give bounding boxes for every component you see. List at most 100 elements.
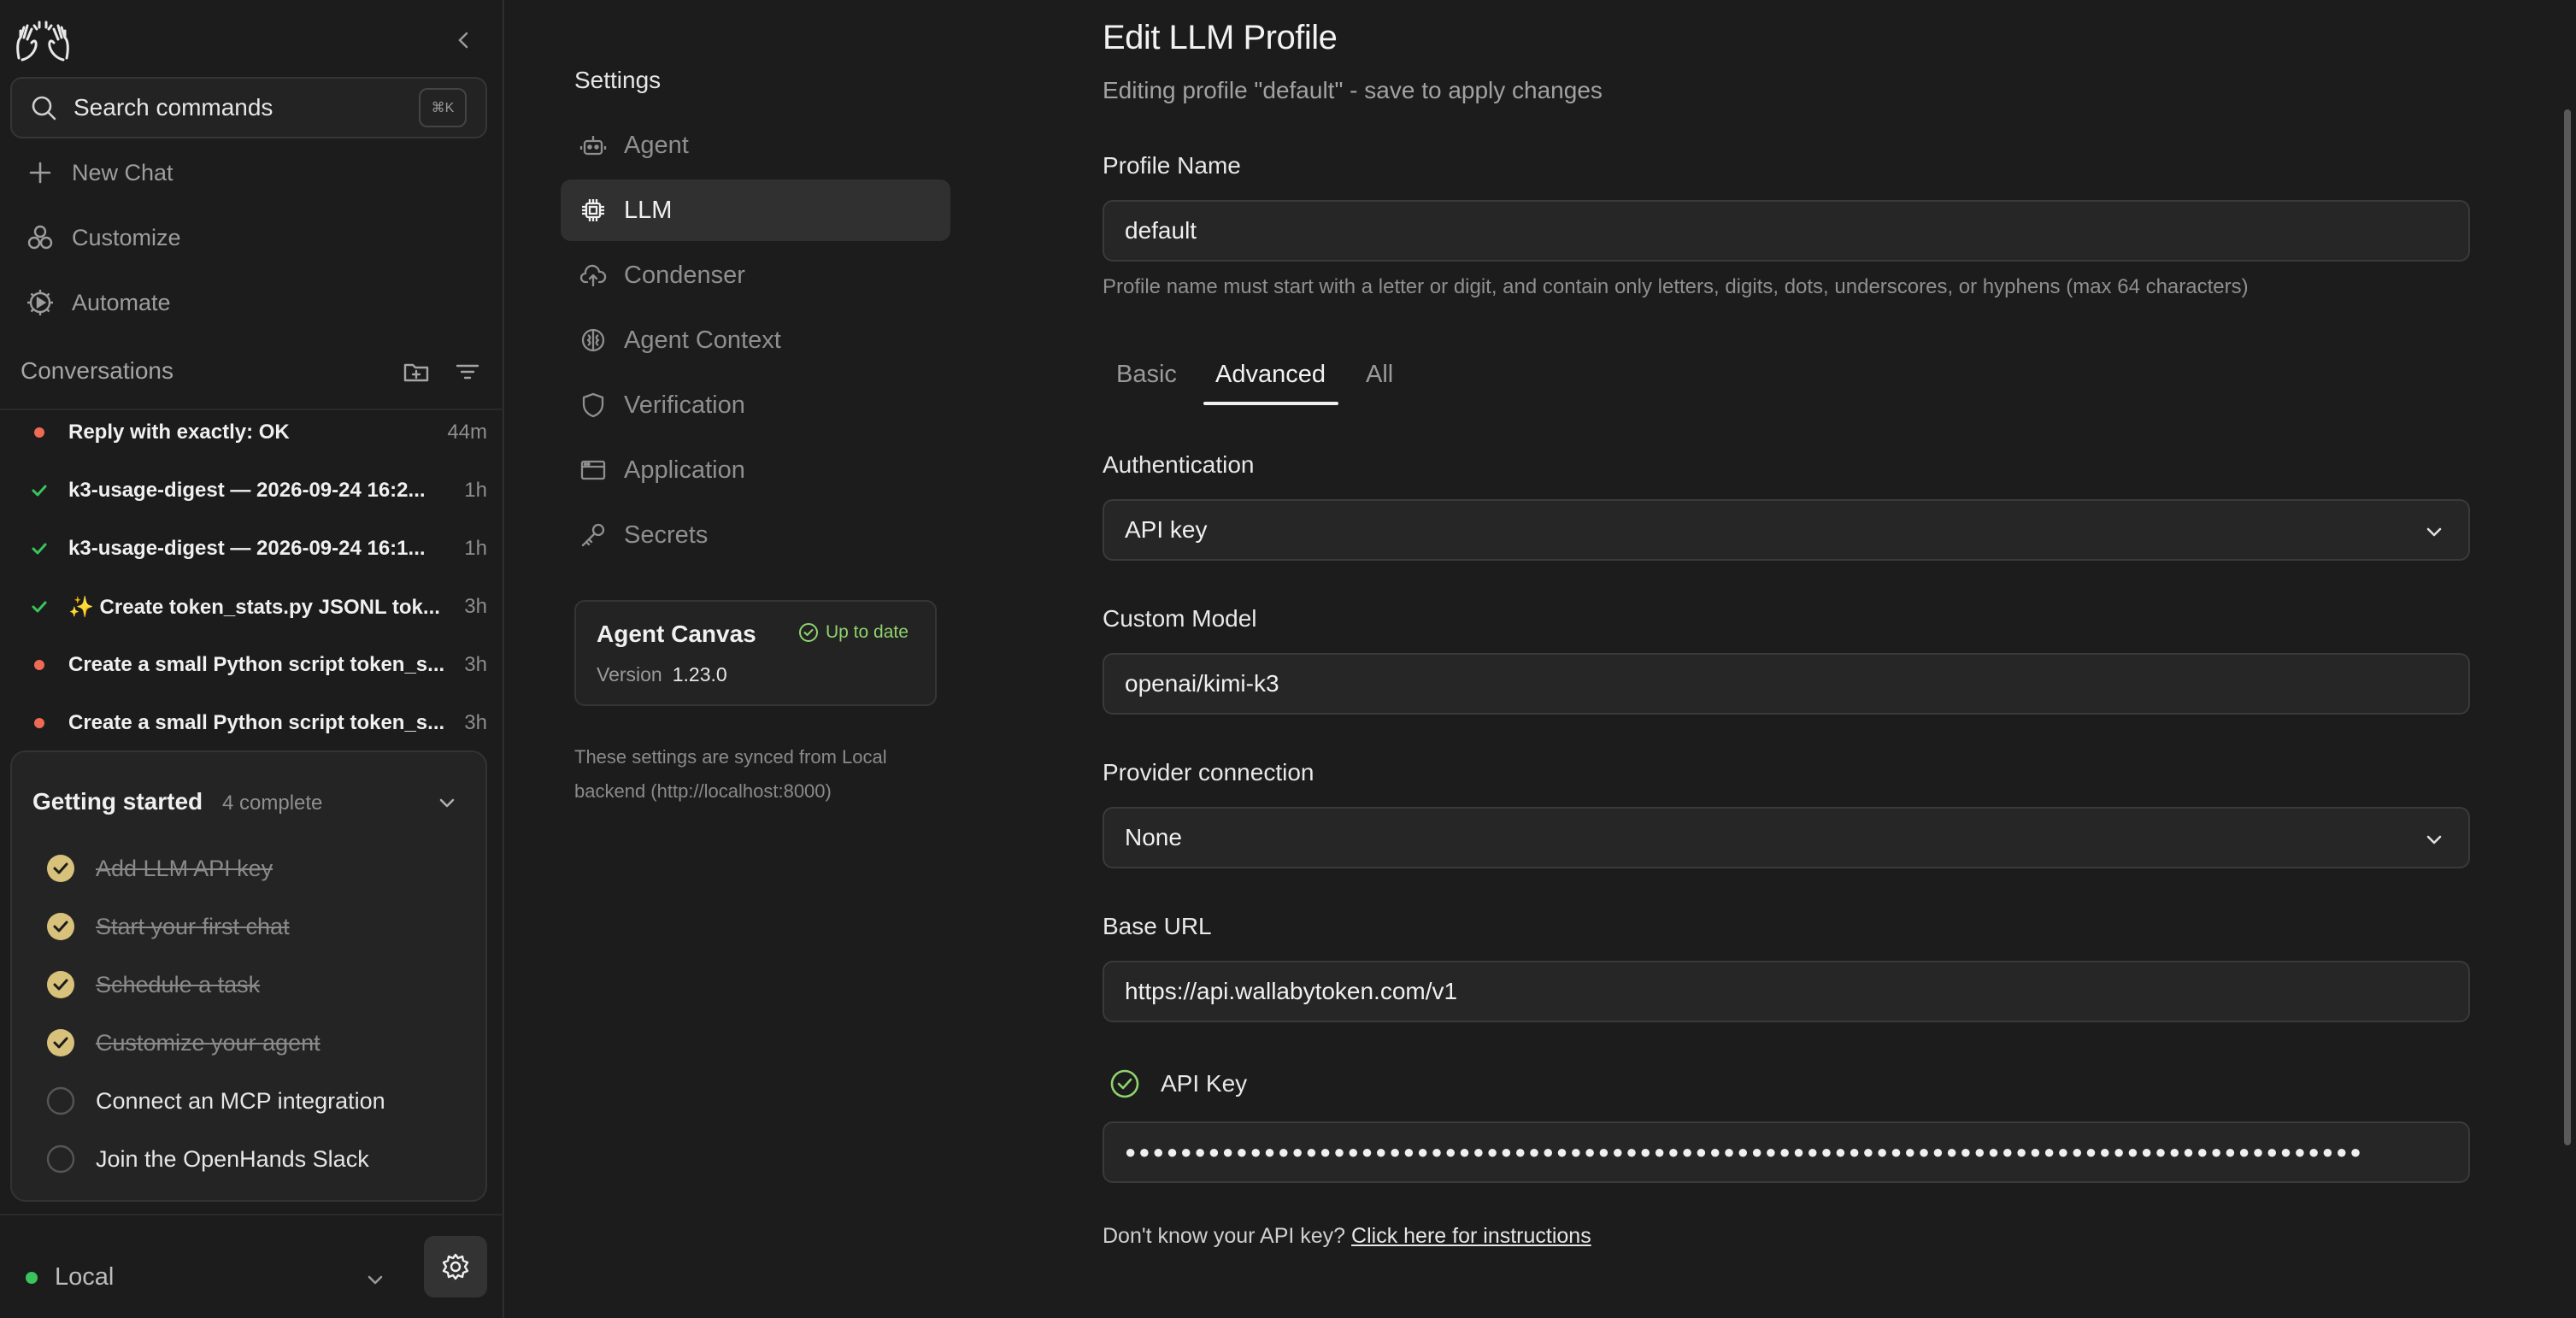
- task-label: Customize your agent: [96, 1029, 321, 1056]
- sidebar: Search commands ⌘K New Chat Customize Au…: [0, 0, 504, 1318]
- task-join-slack[interactable]: Join the OpenHands Slack: [46, 1140, 369, 1178]
- profile-name-hint: Profile name must start with a letter or…: [1103, 275, 2249, 298]
- empty-circle-icon: [46, 1144, 75, 1174]
- chevron-down-icon[interactable]: [434, 790, 460, 815]
- agent-canvas-card: Agent Canvas Up to date Version 1.23.0: [574, 600, 937, 706]
- conversation-item[interactable]: Reply with exactly: OK 44m: [31, 414, 487, 451]
- task-label: Join the OpenHands Slack: [96, 1145, 369, 1172]
- provider-connection-label: Provider connection: [1103, 759, 1314, 786]
- active-tab-indicator: [1203, 402, 1338, 405]
- gear-icon: [442, 1253, 469, 1280]
- task-start-first-chat[interactable]: Start your first chat: [46, 908, 290, 945]
- cloud-icon: [579, 264, 607, 287]
- chevron-down-icon: [2426, 835, 2442, 844]
- check-circle-icon: [47, 971, 74, 998]
- tab-all[interactable]: All: [1366, 361, 1393, 389]
- automate-button[interactable]: Automate: [26, 284, 171, 321]
- new-chat-label: New Chat: [72, 159, 173, 185]
- check-circle-icon: [47, 855, 74, 882]
- settings-nav-llm[interactable]: LLM: [561, 179, 950, 241]
- task-customize-agent[interactable]: Customize your agent: [46, 1024, 321, 1062]
- tab-advanced[interactable]: Advanced: [1215, 361, 1326, 389]
- shapes-icon: [27, 225, 53, 250]
- chevron-down-icon[interactable]: [362, 1267, 388, 1292]
- help-text: Don't know your API key?: [1103, 1224, 1346, 1248]
- settings-nav-agent[interactable]: Agent: [561, 115, 950, 176]
- nav-label: Condenser: [624, 261, 745, 289]
- instructions-link[interactable]: Click here for instructions: [1351, 1224, 1591, 1248]
- task-connect-mcp[interactable]: Connect an MCP integration: [46, 1082, 385, 1120]
- new-folder-icon[interactable]: [402, 357, 431, 386]
- collapse-sidebar-icon[interactable]: [453, 29, 475, 51]
- nav-label: Agent: [624, 131, 689, 159]
- task-add-llm-api-key[interactable]: Add LLM API key: [46, 850, 273, 887]
- conversation-item[interactable]: k3-usage-digest — 2026-09-24 16:2... 1h: [31, 472, 487, 509]
- conversation-time: 3h: [464, 711, 487, 734]
- conversation-title: k3-usage-digest — 2026-09-24 16:1...: [68, 537, 426, 560]
- base-url-input[interactable]: https://api.wallabytoken.com/v1: [1103, 961, 2470, 1022]
- canvas-name: Agent Canvas: [597, 621, 756, 647]
- customize-button[interactable]: Customize: [26, 219, 181, 256]
- error-status-dot: [34, 718, 44, 728]
- empty-circle-icon: [46, 1086, 75, 1115]
- settings-button[interactable]: [424, 1236, 487, 1297]
- openhands-logo-icon[interactable]: [14, 19, 72, 63]
- authentication-select[interactable]: API key: [1103, 499, 2470, 561]
- check-icon: [31, 540, 48, 557]
- backend-selector-bar: Local: [0, 1214, 504, 1318]
- custom-model-value: openai/kimi-k3: [1125, 670, 1279, 697]
- settings-nav-agent-context[interactable]: Agent Context: [561, 309, 950, 371]
- settings-nav-condenser[interactable]: Condenser: [561, 244, 950, 306]
- conversations-header: Conversations: [21, 352, 482, 390]
- conversation-item[interactable]: Create a small Python script token_s... …: [31, 646, 487, 684]
- chip-icon: [582, 199, 604, 221]
- task-label: Start your first chat: [96, 913, 290, 939]
- authentication-label: Authentication: [1103, 451, 1255, 478]
- settings-nav-secrets[interactable]: Secrets: [561, 504, 950, 566]
- profile-name-input[interactable]: default: [1103, 200, 2470, 262]
- settings-nav-verification[interactable]: Verification: [561, 374, 950, 436]
- backend-label: Local: [55, 1263, 115, 1291]
- brain-icon: [581, 328, 605, 352]
- check-circle-icon: [47, 1029, 74, 1056]
- version-label: Version: [597, 663, 662, 685]
- new-chat-button[interactable]: New Chat: [26, 154, 173, 191]
- scrollbar-thumb[interactable]: [2564, 109, 2571, 1145]
- task-schedule-task[interactable]: Schedule a task: [46, 966, 260, 1003]
- conversation-time: 1h: [464, 479, 487, 502]
- canvas-version: Version 1.23.0: [597, 663, 727, 686]
- check-circle-icon: [47, 913, 74, 940]
- conversation-item[interactable]: k3-usage-digest — 2026-09-24 16:1... 1h: [31, 530, 487, 568]
- shield-icon: [582, 392, 604, 418]
- error-status-dot: [34, 660, 44, 670]
- task-label: Schedule a task: [96, 971, 261, 997]
- check-icon: [31, 482, 48, 499]
- conversation-title: Reply with exactly: OK: [68, 421, 290, 444]
- conversation-item[interactable]: ✨ Create token_stats.py JSONL tok... 3h: [31, 588, 487, 626]
- custom-model-input[interactable]: openai/kimi-k3: [1103, 653, 2470, 715]
- automate-gear-icon: [27, 290, 53, 315]
- conversation-item[interactable]: Create a small Python script token_s... …: [31, 704, 487, 742]
- robot-icon: [579, 136, 607, 156]
- provider-connection-select[interactable]: None: [1103, 807, 2470, 868]
- api-key-input[interactable]: ●●●●●●●●●●●●●●●●●●●●●●●●●●●●●●●●●●●●●●●●…: [1103, 1121, 2470, 1183]
- custom-model-label: Custom Model: [1103, 605, 1257, 632]
- search-commands-button[interactable]: Search commands ⌘K: [10, 77, 487, 138]
- sync-note: These settings are synced from Local bac…: [574, 746, 887, 802]
- divider: [0, 409, 504, 410]
- check-circle-icon: [799, 623, 818, 642]
- nav-label: Verification: [624, 391, 745, 419]
- search-shortcut-badge: ⌘K: [419, 88, 467, 127]
- tab-basic[interactable]: Basic: [1116, 361, 1177, 389]
- page-title: Edit LLM Profile: [1103, 19, 1338, 56]
- settings-nav-application[interactable]: Application: [561, 439, 950, 501]
- conversation-time: 3h: [464, 595, 487, 618]
- provider-connection-value: None: [1125, 824, 1182, 850]
- filter-icon[interactable]: [453, 357, 482, 386]
- authentication-value: API key: [1125, 516, 1208, 543]
- backend-selector[interactable]: Local: [26, 1263, 114, 1292]
- check-icon: [31, 598, 48, 615]
- nav-label: Agent Context: [624, 326, 781, 354]
- conversation-title: k3-usage-digest — 2026-09-24 16:2...: [68, 479, 426, 502]
- key-icon: [581, 523, 605, 547]
